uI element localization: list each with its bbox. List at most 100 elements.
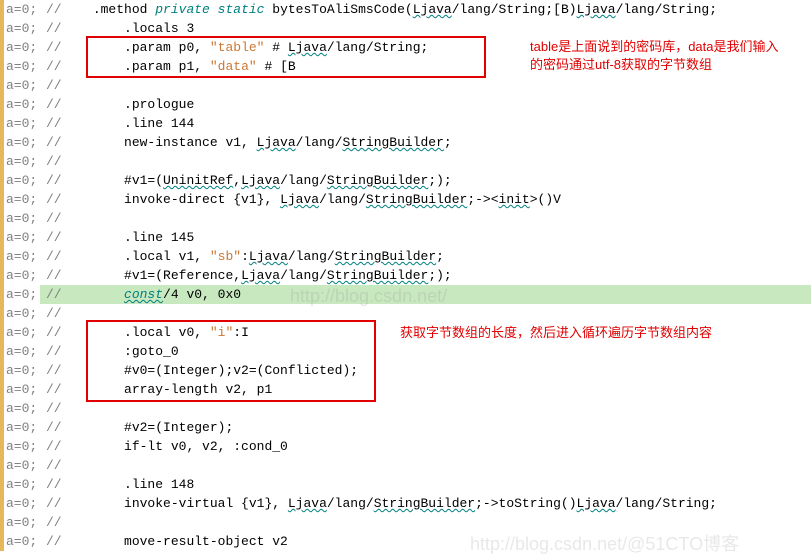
- code-content[interactable]: // .param p1, "data" # [B: [40, 57, 296, 76]
- code-line[interactable]: a=0;// :goto_0: [0, 342, 811, 361]
- code-editor[interactable]: a=0;// .method private static bytesToAli…: [0, 0, 811, 551]
- code-content[interactable]: // .prologue: [40, 95, 194, 114]
- code-content[interactable]: // .method private static bytesToAliSmsC…: [40, 0, 717, 19]
- comment-prefix: //: [46, 439, 62, 454]
- code-line[interactable]: a=0;// #v2=(Integer);: [0, 418, 811, 437]
- gutter-text: a=0;: [6, 95, 37, 114]
- gutter: a=0;: [0, 95, 40, 114]
- change-marker: [0, 95, 4, 114]
- comment-prefix: //: [46, 287, 62, 302]
- gutter-text: a=0;: [6, 190, 37, 209]
- code-line[interactable]: a=0;// new-instance v1, Ljava/lang/Strin…: [0, 133, 811, 152]
- code-content[interactable]: //: [40, 304, 62, 323]
- comment-prefix: //: [46, 192, 62, 207]
- code-content[interactable]: // const/4 v0, 0x0: [40, 285, 811, 304]
- code-content[interactable]: // invoke-direct {v1}, Ljava/lang/String…: [40, 190, 561, 209]
- code-line[interactable]: a=0;// array-length v2, p1: [0, 380, 811, 399]
- code-content[interactable]: //: [40, 152, 62, 171]
- code-content[interactable]: // array-length v2, p1: [40, 380, 272, 399]
- comment-prefix: //: [46, 382, 62, 397]
- code-line[interactable]: a=0;//: [0, 76, 811, 95]
- code-line[interactable]: a=0;// .line 144: [0, 114, 811, 133]
- code-content[interactable]: //: [40, 456, 62, 475]
- code-line[interactable]: a=0;//: [0, 513, 811, 532]
- code-content[interactable]: // #v1=(UninitRef,Ljava/lang/StringBuild…: [40, 171, 452, 190]
- gutter: a=0;: [0, 228, 40, 247]
- code-line[interactable]: a=0;// .locals 3: [0, 19, 811, 38]
- code-content[interactable]: // #v2=(Integer);: [40, 418, 233, 437]
- code-content[interactable]: // .line 148: [40, 475, 194, 494]
- change-marker: [0, 361, 4, 380]
- code-token: /lang/: [288, 249, 335, 264]
- change-marker: [0, 19, 4, 38]
- code-content[interactable]: // new-instance v1, Ljava/lang/StringBui…: [40, 133, 452, 152]
- change-marker: [0, 38, 4, 57]
- change-marker: [0, 285, 4, 304]
- code-content[interactable]: // move-result-object v2: [40, 532, 288, 551]
- code-token: if-lt v0, v2, :cond_0: [124, 439, 288, 454]
- change-marker: [0, 0, 4, 19]
- code-content[interactable]: // .local v0, "i":I: [40, 323, 249, 342]
- code-token: #v0=(Integer);v2=(Conflicted);: [124, 363, 358, 378]
- code-content[interactable]: // .locals 3: [40, 19, 194, 38]
- code-line[interactable]: a=0;// const/4 v0, 0x0: [0, 285, 811, 304]
- code-token: ;);: [428, 268, 451, 283]
- code-content[interactable]: // #v1=(Reference,Ljava/lang/StringBuild…: [40, 266, 452, 285]
- change-marker: [0, 399, 4, 418]
- code-content[interactable]: //: [40, 209, 62, 228]
- gutter-text: a=0;: [6, 0, 37, 19]
- code-line[interactable]: a=0;//: [0, 456, 811, 475]
- comment-prefix: //: [46, 477, 62, 492]
- annotation-1: table是上面说到的密码库，data是我们输入的密码通过utf-8获取的字节数…: [530, 38, 790, 73]
- change-marker: [0, 228, 4, 247]
- code-line[interactable]: a=0;// .prologue: [0, 95, 811, 114]
- code-token: Ljava: [413, 2, 452, 17]
- code-content[interactable]: // :goto_0: [40, 342, 179, 361]
- code-line[interactable]: a=0;// move-result-object v2: [0, 532, 811, 551]
- code-content[interactable]: // .line 145: [40, 228, 194, 247]
- code-line[interactable]: a=0;//: [0, 209, 811, 228]
- code-token: move-result-object v2: [124, 534, 288, 549]
- code-content[interactable]: //: [40, 399, 62, 418]
- code-content[interactable]: //: [40, 76, 62, 95]
- code-content[interactable]: // #v0=(Integer);v2=(Conflicted);: [40, 361, 358, 380]
- comment-prefix: //: [46, 496, 62, 511]
- code-token: StringBuilder: [366, 192, 467, 207]
- code-line[interactable]: a=0;// if-lt v0, v2, :cond_0: [0, 437, 811, 456]
- gutter: a=0;: [0, 304, 40, 323]
- code-content[interactable]: // .param p0, "table" # Ljava/lang/Strin…: [40, 38, 428, 57]
- gutter: a=0;: [0, 380, 40, 399]
- gutter-text: a=0;: [6, 361, 37, 380]
- comment-prefix: //: [46, 249, 62, 264]
- code-line[interactable]: a=0;// invoke-virtual {v1}, Ljava/lang/S…: [0, 494, 811, 513]
- code-line[interactable]: a=0;// .line 148: [0, 475, 811, 494]
- gutter-text: a=0;: [6, 38, 37, 57]
- code-content[interactable]: //: [40, 513, 62, 532]
- code-line[interactable]: a=0;//: [0, 399, 811, 418]
- gutter: a=0;: [0, 76, 40, 95]
- code-line[interactable]: a=0;// invoke-direct {v1}, Ljava/lang/St…: [0, 190, 811, 209]
- code-content[interactable]: // if-lt v0, v2, :cond_0: [40, 437, 288, 456]
- code-token: /lang/: [319, 192, 366, 207]
- code-line[interactable]: a=0;// #v0=(Integer);v2=(Conflicted);: [0, 361, 811, 380]
- code-line[interactable]: a=0;// .method private static bytesToAli…: [0, 0, 811, 19]
- gutter-text: a=0;: [6, 456, 37, 475]
- code-line[interactable]: a=0;// .local v1, "sb":Ljava/lang/String…: [0, 247, 811, 266]
- code-line[interactable]: a=0;//: [0, 304, 811, 323]
- gutter: a=0;: [0, 266, 40, 285]
- code-content[interactable]: // .local v1, "sb":Ljava/lang/StringBuil…: [40, 247, 444, 266]
- code-token: .method: [93, 2, 155, 17]
- comment-prefix: //: [46, 97, 62, 112]
- comment-prefix: //: [46, 363, 62, 378]
- comment-prefix: //: [46, 116, 62, 131]
- code-line[interactable]: a=0;// #v1=(UninitRef,Ljava/lang/StringB…: [0, 171, 811, 190]
- code-line[interactable]: a=0;// #v1=(Reference,Ljava/lang/StringB…: [0, 266, 811, 285]
- change-marker: [0, 437, 4, 456]
- code-token: Ljava: [257, 135, 296, 150]
- code-content[interactable]: // .line 144: [40, 114, 194, 133]
- code-line[interactable]: a=0;// .line 145: [0, 228, 811, 247]
- code-content[interactable]: // invoke-virtual {v1}, Ljava/lang/Strin…: [40, 494, 717, 513]
- code-line[interactable]: a=0;//: [0, 152, 811, 171]
- code-token: /lang/String;[B): [452, 2, 577, 17]
- gutter: a=0;: [0, 323, 40, 342]
